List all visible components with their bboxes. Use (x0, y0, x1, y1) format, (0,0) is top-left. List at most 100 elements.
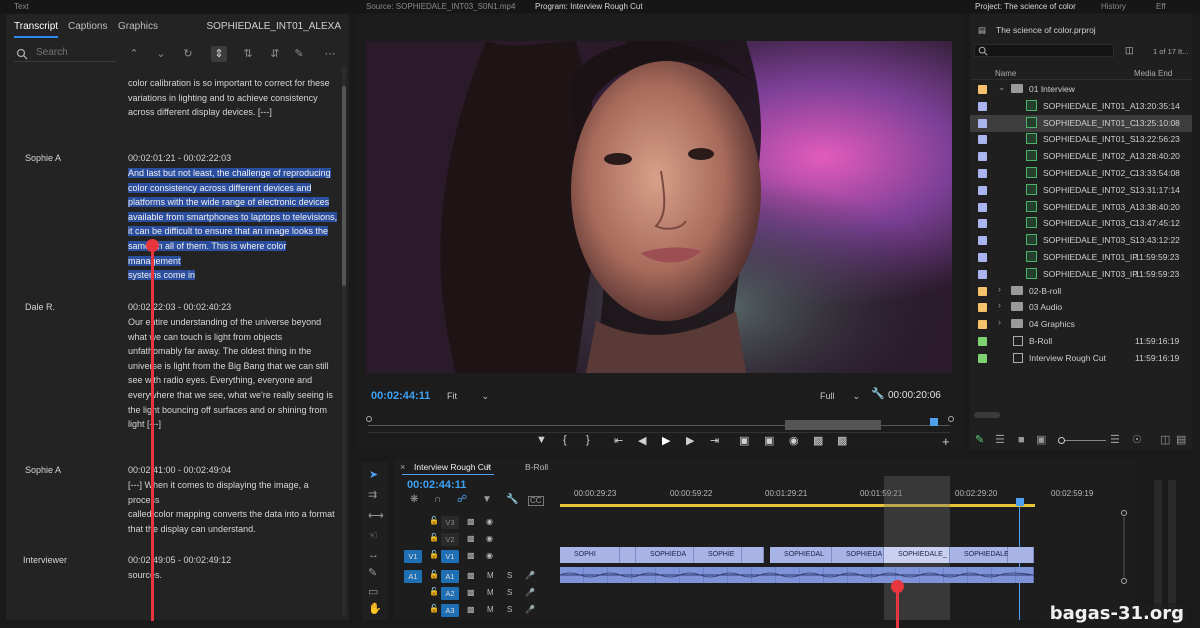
rectangle-tool-icon[interactable]: ▭ (368, 587, 378, 598)
selection-tool-icon[interactable]: ➤ (369, 470, 378, 481)
sync-lock-icon[interactable]: ▩ (467, 605, 475, 614)
sync-lock-icon[interactable]: ▩ (467, 588, 475, 597)
lock-icon[interactable]: 🔓 (429, 551, 439, 559)
new-item-icon[interactable]: ▤ (1176, 435, 1186, 446)
timeline-clip-v1-selected[interactable]: SOPHIEDALE_ (884, 547, 950, 563)
label-color-swatch[interactable] (978, 185, 987, 195)
timeline-clip-v1[interactable]: SOPHIEDA (832, 547, 884, 563)
export-frame-icon[interactable]: ◉ (789, 434, 799, 447)
search-bin-icon[interactable]: ☉ (1132, 435, 1142, 446)
lift-icon[interactable]: ▣ (739, 434, 749, 447)
track-label[interactable]: A1 (441, 570, 459, 583)
tab-graphics[interactable]: Graphics (118, 21, 158, 32)
split-segment-icon[interactable]: ⇕ (211, 46, 227, 62)
merge-down-icon[interactable]: ⇵ (267, 46, 283, 62)
track-label[interactable]: A2 (441, 587, 459, 600)
solo-icon[interactable]: S (507, 571, 512, 580)
new-bin-icon[interactable]: ◫ (1160, 435, 1170, 446)
track-label[interactable]: V3 (441, 516, 459, 529)
track-select-icon[interactable]: ⇉ (368, 490, 377, 501)
timeline-clip-v1[interactable] (1008, 547, 1034, 563)
tab-transcript[interactable]: Transcript (14, 21, 59, 38)
go-to-in-icon[interactable]: ⇤ (614, 434, 623, 447)
project-item-row[interactable]: SOPHIEDALE_INT01_A 13:20:35:14 (970, 98, 1192, 115)
label-color-swatch[interactable] (978, 169, 987, 178)
vertical-zoom-handle[interactable] (1121, 578, 1127, 584)
timeline-clip-v1[interactable] (620, 547, 636, 563)
sync-lock-icon[interactable]: ▩ (467, 534, 475, 543)
label-color-swatch[interactable] (978, 236, 987, 246)
project-item-row[interactable]: › 03 Audio (970, 299, 1192, 316)
project-item-row[interactable]: › 02-B-roll (970, 283, 1192, 300)
close-icon[interactable]: × (400, 462, 405, 472)
more-options-icon[interactable]: ⋯ (322, 46, 338, 62)
speaker-label[interactable]: Sophie A (25, 465, 61, 475)
project-item-row[interactable]: SOPHIEDALE_INT03_S 13:43:12:22 (970, 232, 1192, 249)
project-item-row[interactable]: B-Roll 11:59:16:19 (970, 333, 1192, 350)
wrench-icon[interactable]: 🔧 (506, 495, 518, 505)
label-color-swatch[interactable] (978, 85, 987, 94)
solo-icon[interactable]: S (507, 605, 512, 614)
timeline-clip-v1[interactable]: SOPHIE (694, 547, 742, 563)
sort-icon[interactable]: ☰ (1110, 435, 1120, 446)
timeline-clip-v1[interactable]: SOPHIEDALE (950, 547, 1009, 563)
zoom-slider[interactable] (1060, 440, 1106, 441)
pen-tool-icon[interactable]: ✎ (368, 568, 377, 579)
label-color-swatch[interactable] (978, 101, 987, 111)
sync-lock-icon[interactable]: ▩ (467, 517, 475, 526)
column-name[interactable]: Name (995, 69, 1016, 78)
label-color-swatch[interactable] (978, 269, 987, 279)
mic-icon[interactable]: 🎤 (525, 588, 535, 597)
mark-out-icon[interactable]: } (586, 434, 590, 446)
scrollbar-thumb[interactable] (342, 86, 346, 286)
transcript-text[interactable]: color calibration is so important to cor… (128, 76, 340, 120)
timeline-playhead[interactable] (1016, 498, 1024, 506)
label-color-swatch[interactable] (978, 118, 987, 128)
resolution-select[interactable]: Full ⌄ (820, 391, 860, 401)
project-item-row[interactable]: SOPHIEDALE_INT02_S 13:31:17:14 (970, 182, 1192, 199)
timeline-clip-v1[interactable]: SOPHI (560, 547, 620, 563)
tab-interview-rough-cut[interactable]: Interview Rough Cut (414, 462, 491, 472)
project-item-row[interactable]: SOPHIEDALE_INT02_C 13:33:54:08 (970, 165, 1192, 182)
tab-b-roll[interactable]: B-Roll (525, 462, 548, 472)
list-view-icon[interactable]: ☰ (995, 435, 1005, 446)
video-frame[interactable] (366, 41, 952, 373)
mute-icon[interactable]: M (487, 605, 494, 614)
extract-icon[interactable]: ▣ (764, 434, 774, 447)
label-color-swatch[interactable] (978, 253, 987, 262)
vertical-zoom-handle[interactable] (1121, 510, 1127, 516)
play-icon[interactable]: ▶ (662, 434, 670, 447)
lock-icon[interactable]: 🔓 (429, 588, 439, 596)
project-item-row[interactable]: SOPHIEDALE_INT01_IP 11:59:59:23 (970, 249, 1192, 266)
work-area-bar[interactable] (560, 504, 1035, 507)
chevron-right-icon[interactable]: › (998, 284, 1001, 294)
mark-in-icon[interactable]: { (563, 434, 567, 446)
overwrite-icon[interactable]: ▩ (837, 434, 847, 447)
label-color-swatch[interactable] (978, 320, 987, 330)
chevron-right-icon[interactable]: › (998, 301, 1001, 310)
speaker-label[interactable]: Interviewer (23, 555, 67, 565)
eye-icon[interactable]: ◉ (486, 534, 493, 543)
source-patch-v1[interactable]: V1 (404, 550, 422, 563)
mute-icon[interactable]: M (487, 571, 494, 580)
sequence-menu-icon[interactable]: ≡ (486, 462, 491, 471)
speaker-label[interactable]: Sophie A (25, 153, 61, 163)
chevron-down-icon[interactable]: ⌄ (153, 46, 169, 62)
add-marker-icon[interactable]: ▼ (536, 434, 547, 446)
history-tab[interactable]: History (1101, 2, 1126, 11)
lock-icon[interactable]: 🔓 (429, 605, 439, 613)
project-item-row[interactable]: SOPHIEDALE_INT03_IP 11:59:59:23 (970, 266, 1192, 283)
playhead-timecode[interactable]: 00:02:44:11 (371, 390, 430, 402)
track-label[interactable]: A3 (441, 604, 459, 617)
track-label[interactable]: V1 (441, 550, 459, 563)
pencil-icon[interactable]: ✎ (975, 435, 984, 446)
solo-icon[interactable]: S (507, 588, 512, 597)
track-label[interactable]: V2 (441, 533, 459, 546)
razor-icon[interactable]: ☜ (368, 531, 378, 542)
label-color-swatch[interactable] (978, 337, 987, 346)
timeline-clip-a1[interactable] (560, 567, 1034, 583)
zoom-handle-right[interactable] (948, 416, 954, 422)
label-color-swatch[interactable] (978, 286, 987, 296)
project-item-row[interactable]: › 04 Graphics (970, 316, 1192, 333)
merge-up-icon[interactable]: ⇅ (240, 46, 256, 62)
